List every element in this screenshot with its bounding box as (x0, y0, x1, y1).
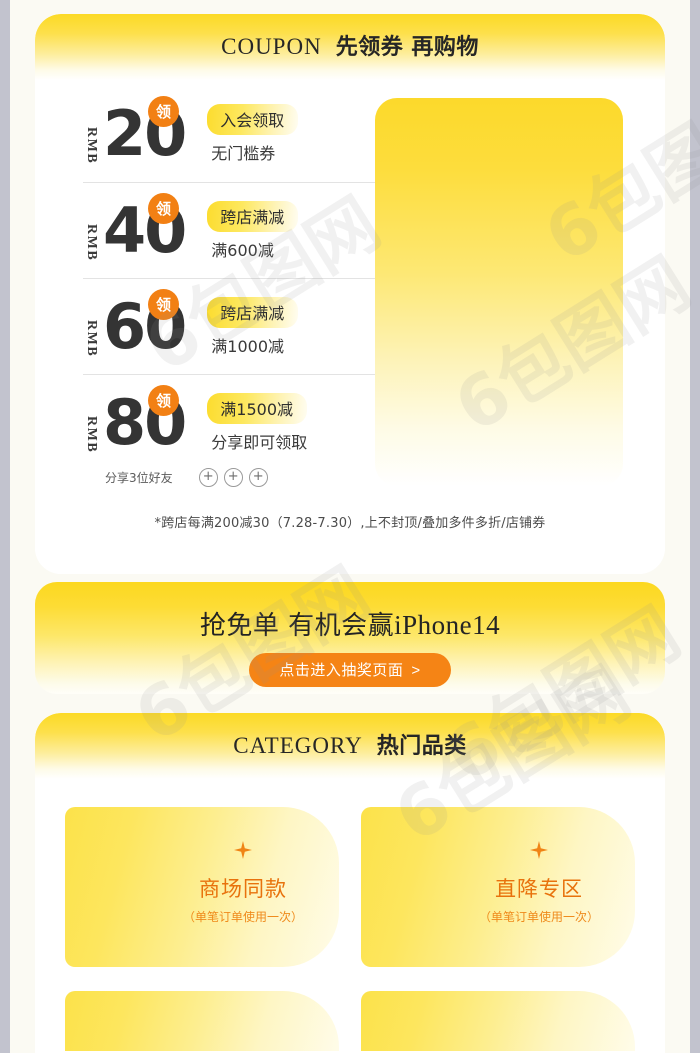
category-card[interactable]: 直降专区 （单笔订单使用一次） (361, 807, 635, 967)
lottery-cta-label: 点击进入抽奖页面 (279, 661, 404, 679)
category-header-en: CATEGORY (233, 733, 363, 758)
coupon-sub-label: 满600减 (211, 240, 274, 260)
chevron-right-icon: > (411, 662, 421, 679)
coupon-section: COUPON 先领券 再购物 RMB 20 领 入会领取 无门槛券 RMB 40… (35, 14, 665, 574)
page-canvas: COUPON 先领券 再购物 RMB 20 领 入会领取 无门槛券 RMB 40… (10, 0, 700, 1053)
category-card[interactable]: 商场同款 （单笔订单使用一次） (65, 807, 339, 967)
coupon-amount-wrap: 60 领 (103, 288, 187, 358)
coupon-pill-label: 入会领取 (207, 104, 299, 135)
sparkle-icon (233, 841, 252, 859)
coupon-texts: 满1500减 分享即可领取 (207, 392, 308, 453)
category-section-header: CATEGORY 热门品类 (35, 713, 665, 779)
category-card-subtitle: （单笔订单使用一次） (182, 910, 303, 924)
lottery-headline-cn: 抢免单 有机会赢 (199, 611, 395, 641)
category-grid: 商场同款 （单笔订单使用一次） 直降专区 （单笔订单使用一次） (35, 779, 665, 1051)
currency-label: RMB (84, 415, 99, 453)
coupon-amount-wrap: 40 领 (103, 192, 187, 262)
coupon-row[interactable]: RMB 60 领 跨店满减 满1000减 (83, 278, 383, 374)
category-card[interactable] (361, 991, 635, 1051)
coupon-pill-label: 跨店满减 (207, 200, 299, 232)
claim-badge-icon[interactable]: 领 (148, 384, 179, 416)
sparkle-icon (529, 841, 548, 859)
category-header-title: CATEGORY 热门品类 (233, 728, 466, 760)
category-card-title: 直降专区 (494, 877, 583, 901)
coupon-header-cn: 先领券 再购物 (335, 35, 479, 60)
coupon-amount-wrap: 20 领 (103, 96, 187, 165)
coupon-pill-label: 跨店满减 (207, 296, 299, 328)
coupon-sub-label: 满1000减 (211, 336, 285, 356)
currency-label: RMB (84, 223, 99, 261)
category-card-content: 直降专区 （单笔订单使用一次） (479, 841, 599, 925)
lottery-headline: 抢免单 有机会赢iPhone14 (200, 605, 500, 642)
coupon-sub-label: 无门槛券 (211, 144, 276, 163)
category-header-cn: 热门品类 (376, 734, 467, 759)
coupon-texts: 入会领取 无门槛券 (207, 104, 299, 164)
coupon-sub-label: 分享即可领取 (211, 432, 308, 452)
coupon-amount-wrap: 80 领 (103, 384, 187, 454)
share-friends-row: 分享3位好友 + + + (83, 468, 383, 487)
coupon-header-en: COUPON (221, 34, 322, 59)
coupon-row[interactable]: RMB 40 领 跨店满减 满600减 (83, 182, 383, 278)
category-card[interactable] (65, 991, 339, 1051)
category-card-content: 商场同款 （单笔订单使用一次） (183, 841, 303, 925)
category-card-subtitle: （单笔订单使用一次） (478, 910, 599, 924)
left-rail (0, 0, 10, 1053)
share-slot-group: + + + (198, 468, 268, 487)
currency-label: RMB (84, 127, 99, 165)
coupon-texts: 跨店满减 满1000减 (207, 296, 299, 357)
coupon-pill-label: 满1500减 (207, 392, 308, 424)
coupon-row[interactable]: RMB 20 领 入会领取 无门槛券 (83, 86, 383, 182)
share-friends-label: 分享3位好友 (105, 471, 173, 485)
coupon-row[interactable]: RMB 80 领 满1500减 分享即可领取 (83, 374, 383, 470)
coupon-list: RMB 20 领 入会领取 无门槛券 RMB 40 领 跨店满减 满600减 R… (83, 86, 383, 470)
coupon-header-title: COUPON 先领券 再购物 (221, 29, 479, 61)
plus-icon[interactable]: + (198, 468, 218, 487)
category-section: CATEGORY 热门品类 商场同款 （单笔订单使用一次） 直降专区 （单笔订单使 (35, 713, 665, 1053)
plus-icon[interactable]: + (223, 468, 243, 487)
coupon-body: RMB 20 领 入会领取 无门槛券 RMB 40 领 跨店满减 满600减 R… (35, 80, 665, 574)
page-root: COUPON 先领券 再购物 RMB 20 领 入会领取 无门槛券 RMB 40… (0, 0, 700, 1053)
right-rail (690, 0, 700, 1053)
promo-image-placeholder[interactable] (375, 98, 623, 486)
category-card-title: 商场同款 (198, 877, 287, 901)
plus-icon[interactable]: + (248, 468, 268, 487)
lottery-headline-en: iPhone14 (394, 610, 501, 640)
coupon-footnote: *跨店每满200减30（7.28-7.30）,上不封顶/叠加多件多折/店铺券 (154, 516, 546, 531)
coupon-section-header: COUPON 先领券 再购物 (35, 14, 665, 80)
claim-badge-icon[interactable]: 领 (148, 288, 179, 320)
currency-label: RMB (84, 319, 99, 357)
lottery-banner[interactable]: 抢免单 有机会赢iPhone14 点击进入抽奖页面 > (35, 582, 665, 694)
lottery-cta-button[interactable]: 点击进入抽奖页面 > (249, 653, 451, 687)
claim-badge-icon[interactable]: 领 (148, 192, 179, 224)
coupon-texts: 跨店满减 满600减 (207, 200, 299, 261)
